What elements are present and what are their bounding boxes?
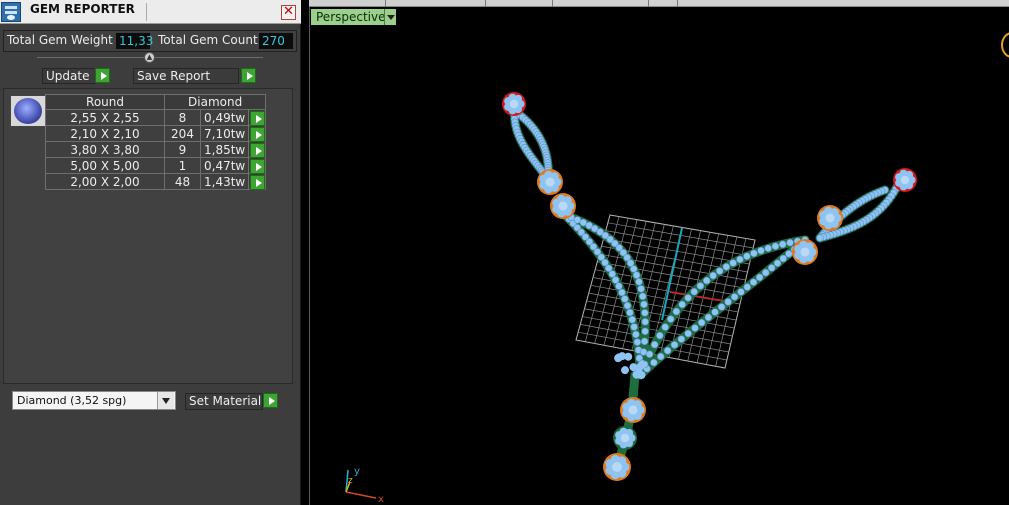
row-action[interactable] <box>248 125 267 142</box>
ring-edge <box>1001 32 1009 58</box>
view-dropdown-icon[interactable] <box>384 9 396 25</box>
round-diamond-icon <box>14 98 42 124</box>
col-shape-header: Round <box>45 94 165 110</box>
panel-titlebar: GEM REPORTER ✕ <box>0 0 301 24</box>
update-play-icon[interactable] <box>95 68 110 83</box>
panel-title: GEM REPORTER <box>30 2 135 16</box>
table-row[interactable]: 2,00 X 2,00 48 1,43tw <box>45 173 267 190</box>
axis-y-label: y <box>354 466 360 477</box>
row-action[interactable] <box>248 141 267 158</box>
total-weight-label: Total Gem Weight <box>7 33 113 47</box>
table-row[interactable]: 3,80 X 3,80 9 1,85tw <box>45 141 267 158</box>
grid-axis-x <box>669 291 731 303</box>
gem-weight: 0,47tw <box>199 157 250 174</box>
gem-weight: 7,10tw <box>199 125 250 142</box>
close-icon[interactable]: ✕ <box>281 5 296 20</box>
scene-canvas: y z x <box>345 32 1009 505</box>
row-action[interactable] <box>248 109 267 126</box>
row-action[interactable] <box>248 157 267 174</box>
set-material-play-icon[interactable] <box>263 393 278 408</box>
gem-reporter-icon <box>1 2 21 22</box>
total-count-value: 270 <box>259 33 293 49</box>
row-play-icon[interactable] <box>250 111 266 126</box>
gem-size: 2,55 X 2,55 <box>45 109 165 126</box>
gem-count: 8 <box>164 109 201 126</box>
table-row[interactable]: 5,00 X 5,00 1 0,47tw <box>45 157 267 174</box>
gem-size: 2,00 X 2,00 <box>45 173 165 190</box>
material-select[interactable]: Diamond (3,52 spg) <box>12 391 176 410</box>
gem-size: 5,00 X 5,00 <box>45 157 165 174</box>
gem-weight: 0,49tw <box>199 109 250 126</box>
row-action[interactable] <box>248 173 267 190</box>
gem-size: 3,80 X 3,80 <box>45 141 165 158</box>
axis-z-label: z <box>348 476 353 486</box>
necklace-metal <box>509 103 903 470</box>
gem-weight: 1,85tw <box>199 141 250 158</box>
pave-stones <box>510 104 902 379</box>
table-row[interactable]: 2,55 X 2,55 8 0,49tw <box>45 109 267 126</box>
chevron-down-icon[interactable] <box>157 392 174 409</box>
view-tab-strip <box>309 0 1009 7</box>
row-play-icon[interactable] <box>250 175 266 190</box>
axis-gizmo: y z x <box>345 466 384 505</box>
gem-table: Round Diamond 2,55 X 2,55 8 0,49tw 2,10 X 2… <box>45 94 267 190</box>
gem-count: 9 <box>164 141 201 158</box>
save-report-play-icon[interactable] <box>241 68 256 83</box>
view-name-label[interactable]: Perspective <box>311 9 386 25</box>
collapse-handle-icon[interactable]: ▲ <box>144 52 155 63</box>
stone-clusters <box>502 92 917 481</box>
gem-size: 2,10 X 2,10 <box>45 125 165 142</box>
col-material-header: Diamond <box>163 94 267 110</box>
table-row[interactable]: 2,10 X 2,10 204 7,10tw <box>45 125 267 142</box>
gem-reporter-panel: GEM REPORTER ✕ Total Gem Weight 11,33 To… <box>0 0 301 505</box>
total-count-label: Total Gem Count <box>158 33 258 47</box>
set-material-button[interactable]: Set Material <box>185 393 263 410</box>
3d-viewport[interactable]: y z x <box>309 0 1009 505</box>
gem-count: 48 <box>164 173 201 190</box>
gem-count: 1 <box>164 157 201 174</box>
save-report-button[interactable]: Save Report <box>133 68 239 84</box>
update-button[interactable]: Update <box>42 68 96 84</box>
gem-weight: 1,43tw <box>199 173 250 190</box>
row-play-icon[interactable] <box>250 127 266 142</box>
total-weight-value: 11,33 <box>116 33 153 49</box>
gem-count: 204 <box>164 125 201 142</box>
gem-thumbnail[interactable] <box>10 95 46 127</box>
titlebar-divider <box>146 3 147 21</box>
axis-x-label: x <box>378 494 384 505</box>
row-play-icon[interactable] <box>250 143 266 158</box>
row-play-icon[interactable] <box>250 159 266 174</box>
